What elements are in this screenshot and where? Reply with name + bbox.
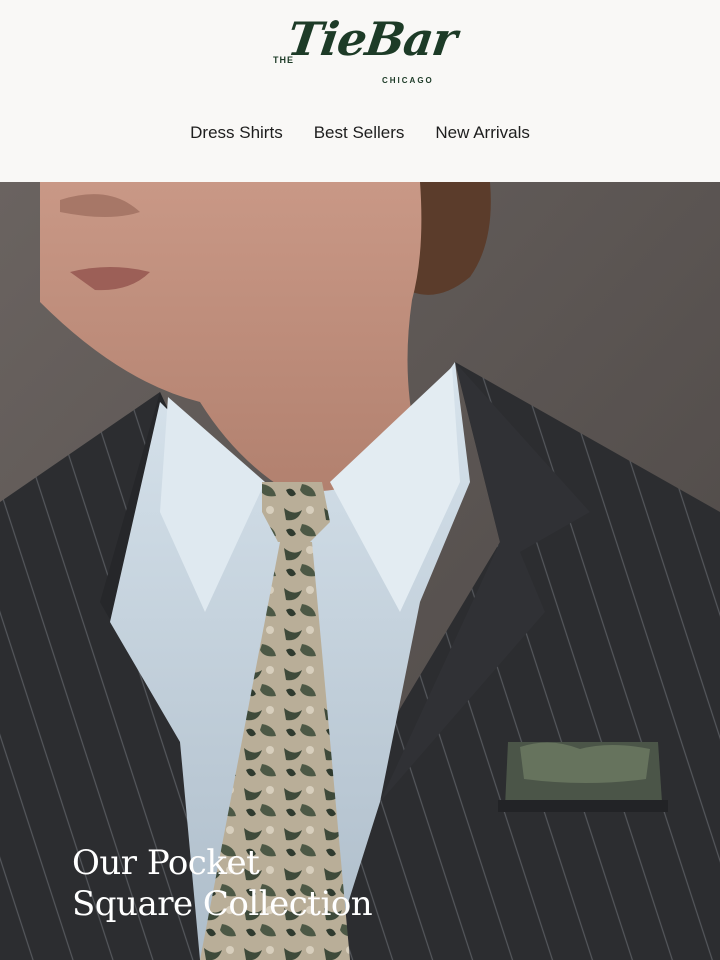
hero-title: Our Pocket Square Collection [72,843,472,925]
hero-title-line2: Square Collection [72,884,373,924]
nav-dress-shirts[interactable]: Dress Shirts [190,123,283,143]
hero-banner[interactable]: Our Pocket Square Collection [0,182,720,960]
tiebar-logo[interactable]: THE TieBar CHICAGO [270,12,460,92]
email-header: THE TieBar CHICAGO Dress Shirts Best Sel… [0,0,720,182]
main-nav: Dress Shirts Best Sellers New Arrivals [0,123,720,143]
nav-new-arrivals[interactable]: New Arrivals [435,123,529,143]
hero-title-line1: Our Pocket [72,843,260,883]
logo-wordmark: TieBar [284,12,460,66]
logo-city: CHICAGO [382,76,434,85]
nav-best-sellers[interactable]: Best Sellers [314,123,405,143]
